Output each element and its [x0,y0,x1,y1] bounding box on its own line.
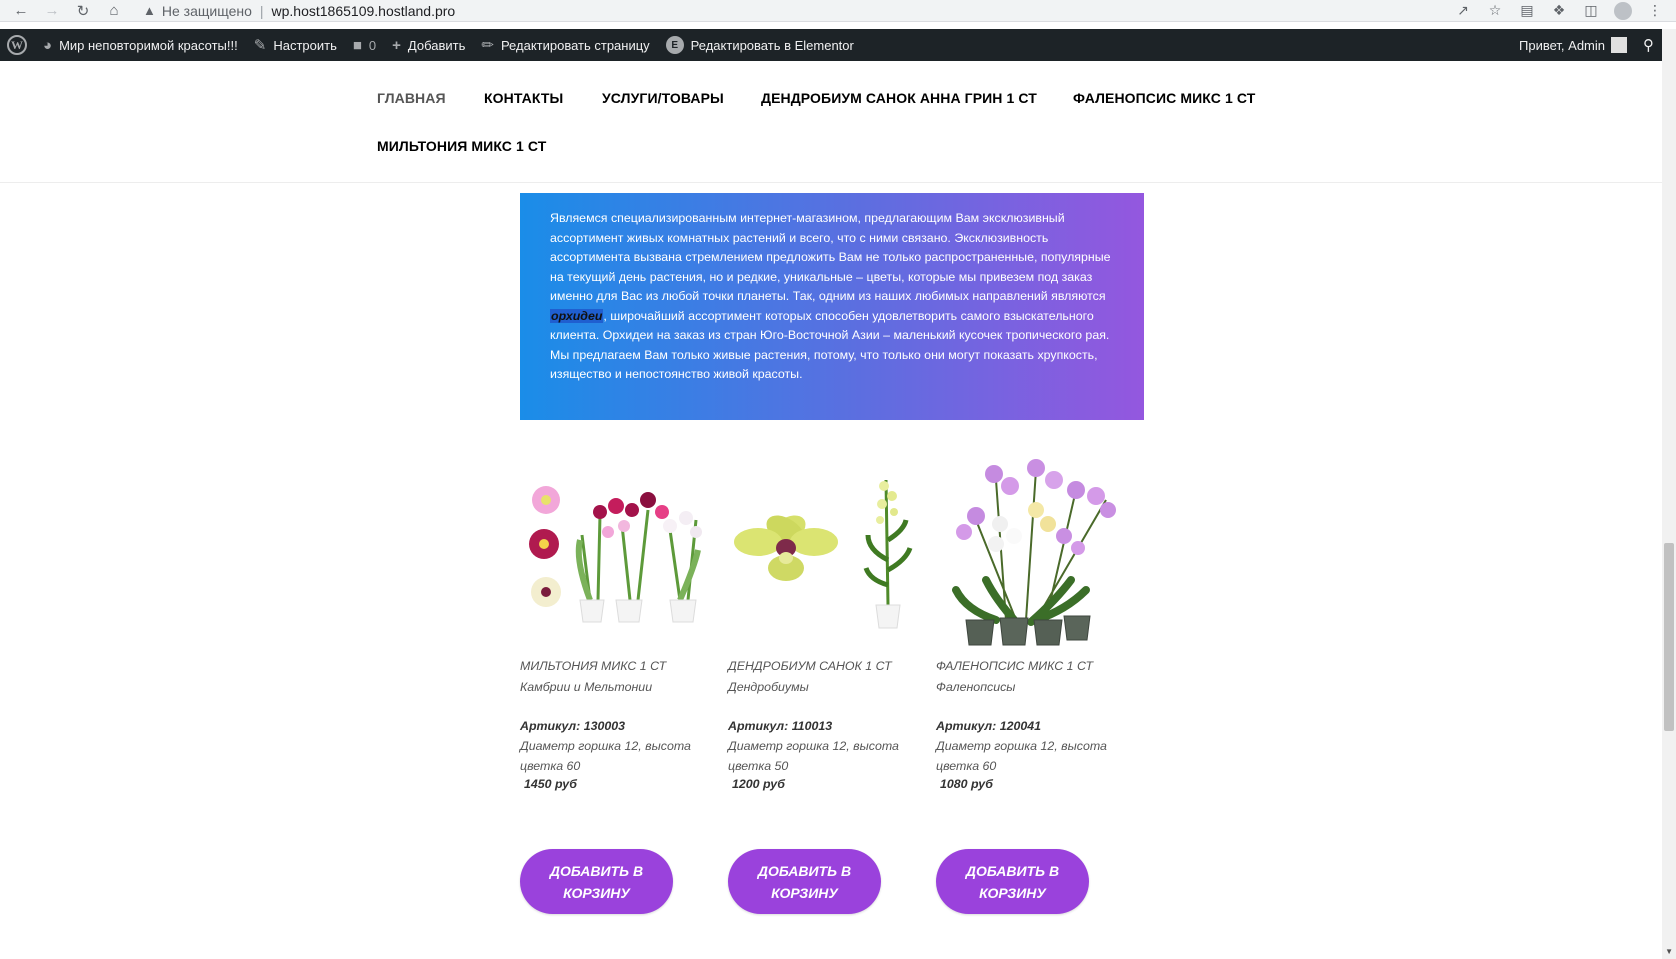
edit-elementor-link[interactable]: E Редактировать в Elementor [658,29,862,61]
extensions-puzzle-icon[interactable]: ❖ [1550,2,1568,19]
home-icon[interactable]: ⌂ [104,1,124,21]
browser-toolbar: ← → ↻ ⌂ ▲ Не защищено | wp.host1865109.h… [0,0,1676,22]
elementor-icon: E [665,36,684,54]
back-icon[interactable]: ← [11,1,31,21]
add-new-label: Добавить [407,37,466,53]
dendrobium-flower-image [734,479,913,629]
product-image-miltonia[interactable] [520,440,710,650]
intro-banner: Являемся специализированным интернет-маг… [520,193,1144,420]
reload-icon[interactable]: ↻ [73,1,93,21]
menu-item-dendrobium-anna-green[interactable]: Дендробиум Санок Анна Грин 1 ст [761,90,1037,106]
greeting-label: Привет, Admin [1519,37,1605,53]
warning-icon[interactable]: ▲ [143,3,156,18]
user-avatar [1611,37,1627,53]
product-description: Диаметр горшка 12, высота цветка 50 [728,739,899,773]
miltonia-flowers-image [529,486,702,623]
share-icon[interactable]: ↗ [1454,2,1472,19]
product-price: 1200 руб [732,777,785,791]
add-to-cart-button[interactable]: Добавить в корзину [728,849,881,914]
menu-item-contacts[interactable]: Контакты [484,90,563,106]
product-category[interactable]: Фаленопсисы [936,680,1015,694]
product-sku: Артикул: 110013 [728,719,833,733]
brush-icon: ✎ [253,37,267,54]
scroll-down-arrow-icon[interactable]: ▼ [1665,947,1673,956]
site-main-menu: Главная Контакты Услуги/Товары Дендробиу… [0,61,1662,183]
tab-search-icon[interactable]: ▤ [1518,2,1536,19]
forward-icon[interactable]: → [42,1,62,21]
product-description: Диаметр горшка 12, высота цветка 60 [520,739,691,773]
url-text[interactable]: wp.host1865109.hostland.pro [272,3,456,19]
my-account-link[interactable]: Привет, Admin [1511,29,1635,61]
admin-bar-right: Привет, Admin ⚲ [1511,29,1662,61]
page-scrollbar[interactable]: ▼ [1662,29,1676,959]
edit-page-link[interactable]: ✏ Редактировать страницу [473,29,657,61]
product-price: 1080 руб [940,777,993,791]
profile-avatar-icon[interactable] [1614,1,1632,20]
browser-menu-icon[interactable]: ⋮ [1646,2,1664,19]
menu-item-phalaenopsis[interactable]: Фаленопсис микс 1 ст [1073,90,1255,106]
address-bar[interactable]: ▲ Не защищено | wp.host1865109.hostland.… [143,0,1483,21]
product-image-dendrobium[interactable] [728,440,918,650]
add-new-link[interactable]: + Добавить [384,29,473,61]
edit-page-label: Редактировать страницу [500,37,650,53]
product-image-phalaenopsis[interactable] [936,440,1126,650]
product-sku: Артикул: 120041 [936,719,1042,733]
product-category[interactable]: Камбрии и Мельтонии [520,680,652,694]
intro-text: Являемся специализированным интернет-маг… [550,209,1114,385]
customize-label: Настроить [273,37,337,53]
wp-admin-bar: W ◕ Мир неповторимой красоты!!! ✎ Настро… [0,29,1662,61]
comments-count: 0 [368,37,377,53]
wordpress-logo-icon: W [7,35,27,55]
add-to-cart-button[interactable]: Добавить в корзину [520,849,673,914]
menu-item-services[interactable]: Услуги/Товары [602,90,724,106]
edit-elementor-label: Редактировать в Elementor [690,37,854,53]
side-panel-icon[interactable]: ◫ [1582,2,1600,19]
dashboard-icon: ◕ [43,36,53,54]
site-name-label: Мир неповторимой красоты!!! [59,37,238,53]
menu-item-home[interactable]: Главная [377,90,446,106]
orchids-link[interactable]: орхидеи [550,308,604,323]
wp-logo-button[interactable]: W [0,29,35,61]
menu-item-miltonia[interactable]: Мильтония микс 1 ст [377,138,546,154]
product-title[interactable]: Фаленопсис микс 1 ст [936,659,1093,673]
product-sku: Артикул: 130003 [520,719,626,733]
admin-search-button[interactable]: ⚲ [1635,29,1662,61]
site-name-link[interactable]: ◕ Мир неповторимой красоты!!! [35,29,246,61]
product-description: Диаметр горшка 12, высота цветка 60 [936,739,1107,773]
comment-bubble-icon: ■ [352,36,362,54]
product-price: 1450 руб [524,777,577,791]
search-icon: ⚲ [1643,37,1654,54]
phalaenopsis-flowers-image [952,459,1116,646]
product-title[interactable]: Дендробиум Санок 1 ст [728,659,892,673]
security-label[interactable]: Не защищено [162,3,252,19]
add-to-cart-button[interactable]: Добавить в корзину [936,849,1089,914]
browser-actions: ↗ ☆ ▤ ❖ ◫ ⋮ [1454,0,1664,21]
customize-link[interactable]: ✎ Настроить [246,29,345,61]
intro-text-before: Являемся специализированным интернет-маг… [550,211,1111,303]
pencil-icon: ✏ [481,37,494,54]
product-category[interactable]: Дендробиумы [728,680,809,694]
plus-icon: + [392,36,401,54]
intro-text-after: , широчайший ассортимент которых способе… [550,308,1110,382]
product-title[interactable]: Мильтония микс 1 ст [520,659,666,673]
comments-link[interactable]: ■ 0 [345,29,384,61]
address-separator: | [259,2,264,19]
bookmark-star-icon[interactable]: ☆ [1486,2,1504,19]
scrollbar-thumb[interactable] [1664,543,1674,731]
